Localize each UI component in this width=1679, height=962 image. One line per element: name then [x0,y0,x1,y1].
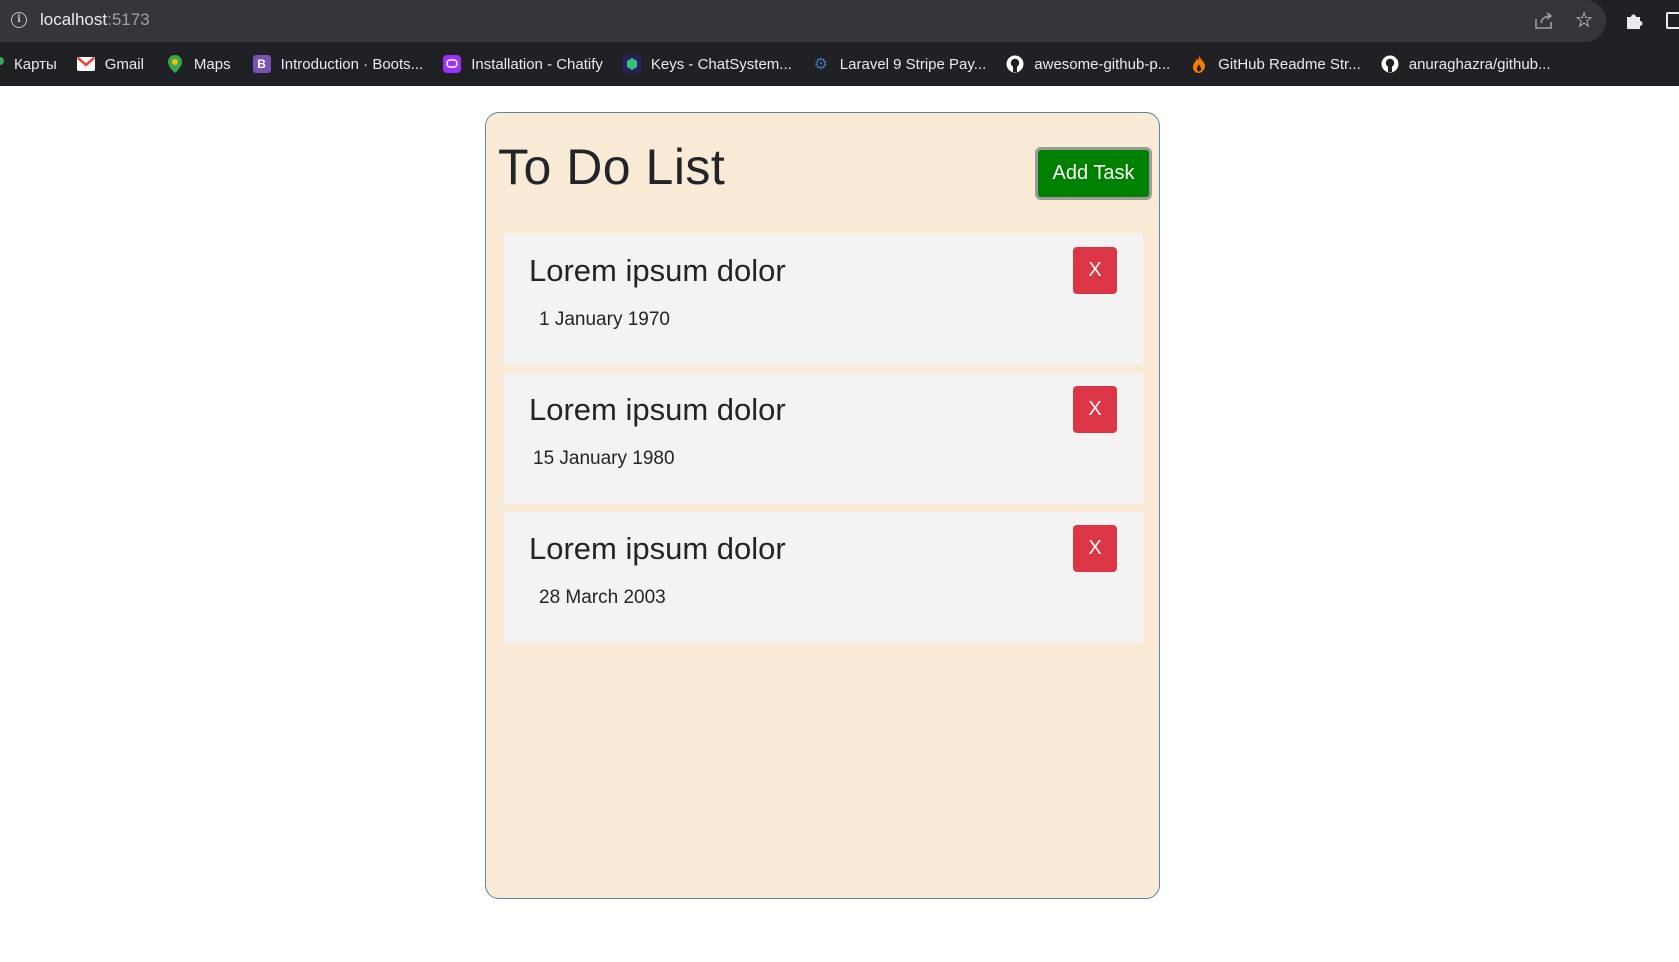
task-title: Lorem ipsum dolor [529,531,786,566]
bookmark-bootstrap[interactable]: B Introduction · Boots... [252,50,424,78]
github-icon [1006,55,1024,73]
gmail-icon [76,55,95,73]
star-icon[interactable]: ☆ [1571,8,1597,34]
bookmark-awesome-github[interactable]: awesome-github-p... [1006,50,1170,78]
bookmark-github-readme-streak[interactable]: GitHub Readme Str... [1190,50,1361,78]
bookmarks-bar: Карты Gmail Maps B Introduction · Boots.… [0,50,1679,78]
extensions-puzzle-icon[interactable] [1621,8,1647,34]
bookmark-label: Keys - ChatSystem... [650,55,792,73]
url-text[interactable]: localhost:5173 [40,10,150,30]
delete-task-button[interactable]: X [1073,247,1117,294]
maps-pin-icon [0,55,4,73]
task-date: 15 January 1980 [533,448,675,469]
bookmark-keys-chatsystem[interactable]: Keys - ChatSystem... [622,50,792,78]
delete-task-button[interactable]: X [1073,525,1117,572]
bookmark-karty[interactable]: Карты [0,50,57,78]
url-host: localhost [40,10,108,29]
todo-card: To Do List Add Task Lorem ipsum dolor 1 … [485,112,1160,899]
browser-chrome: i localhost:5173 ☆ Карты Gmail Maps B In… [0,0,1679,86]
task-date: 1 January 1970 [539,309,670,330]
task-item[interactable]: Lorem ipsum dolor 15 January 1980 X [504,373,1143,504]
share-icon[interactable] [1531,8,1557,34]
bookmark-label: Introduction · Boots... [280,55,424,73]
bookmark-label: awesome-github-p... [1034,55,1171,73]
github-icon [1381,55,1399,73]
url-port: :5173 [107,10,150,29]
address-bar[interactable]: i localhost:5173 ☆ [0,0,1606,42]
flame-icon [1190,55,1208,73]
bookmark-label: Maps [193,55,231,73]
bookmark-laravel-stripe[interactable]: ⚙ Laravel 9 Stripe Pay... [812,50,987,78]
gear-icon: ⚙ [813,56,828,73]
task-item[interactable]: Lorem ipsum dolor 28 March 2003 X [504,512,1143,643]
cube-icon [622,55,641,73]
bookmark-maps[interactable]: Maps [166,50,231,78]
info-icon[interactable]: i [11,12,27,28]
delete-task-button[interactable]: X [1073,386,1117,433]
bookmark-label: GitHub Readme Str... [1218,55,1361,73]
bookmark-anuraghazra-github[interactable]: anuraghazra/github... [1381,50,1551,78]
bookmark-label: Installation - Chatify [471,55,603,73]
add-task-button[interactable]: Add Task [1035,147,1152,200]
bookmark-label: Gmail [104,55,144,73]
task-title: Lorem ipsum dolor [529,253,786,288]
bookmark-chatify[interactable]: Installation - Chatify [443,50,603,78]
task-item[interactable]: Lorem ipsum dolor 1 January 1970 X [504,234,1143,365]
task-title: Lorem ipsum dolor [529,392,786,427]
bookmark-label: Карты [14,55,57,73]
bootstrap-icon: B [252,55,271,73]
task-list: Lorem ipsum dolor 1 January 1970 X Lorem… [504,234,1143,651]
bookmark-gmail[interactable]: Gmail [76,50,144,78]
bookmark-label: Laravel 9 Stripe Pay... [839,55,987,73]
maps-pin-icon [166,55,184,73]
bookmark-label: anuraghazra/github... [1408,55,1551,73]
task-date: 28 March 2003 [539,587,666,608]
chatify-icon [443,55,462,73]
page-title: To Do List [498,139,726,195]
window-icon[interactable] [1666,12,1679,29]
